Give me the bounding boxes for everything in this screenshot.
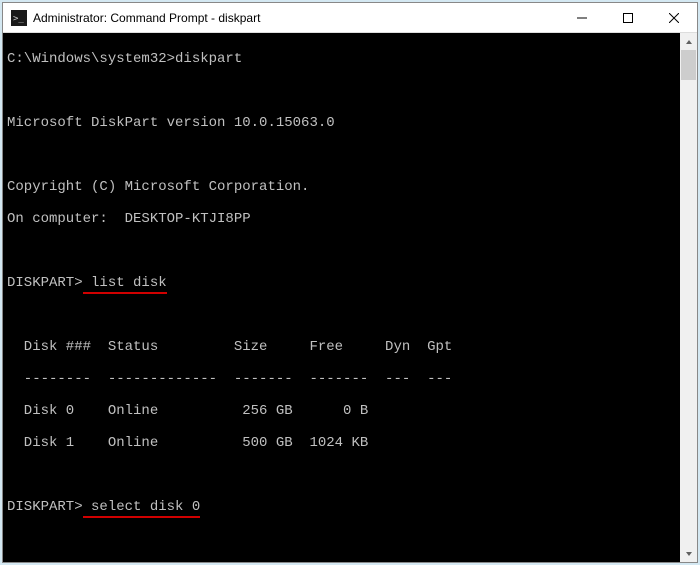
scroll-down-button[interactable] — [680, 545, 697, 562]
prompt-line-1: DISKPART> list disk — [7, 275, 676, 291]
cmd-select-disk: select disk 0 — [83, 499, 201, 518]
disk-table-divider: -------- ------------- ------- ------- -… — [7, 371, 676, 387]
console-output[interactable]: C:\Windows\system32>diskpart Microsoft D… — [3, 33, 680, 562]
disk-row: Disk 0 Online 256 GB 0 B — [7, 403, 676, 419]
path-line: C:\Windows\system32>diskpart — [7, 51, 676, 67]
scroll-up-button[interactable] — [680, 33, 697, 50]
minimize-button[interactable] — [559, 3, 605, 32]
disk-row: Disk 1 Online 500 GB 1024 KB — [7, 435, 676, 451]
window-title: Administrator: Command Prompt - diskpart — [33, 11, 559, 25]
close-button[interactable] — [651, 3, 697, 32]
copyright-line: Copyright (C) Microsoft Corporation. — [7, 179, 676, 195]
disk-table-header: Disk ### Status Size Free Dyn Gpt — [7, 339, 676, 355]
window-controls — [559, 3, 697, 32]
vertical-scrollbar[interactable] — [680, 33, 697, 562]
version-line: Microsoft DiskPart version 10.0.15063.0 — [7, 115, 676, 131]
console-area: C:\Windows\system32>diskpart Microsoft D… — [3, 33, 697, 562]
maximize-button[interactable] — [605, 3, 651, 32]
prompt-line-2: DISKPART> select disk 0 — [7, 499, 676, 515]
scroll-thumb[interactable] — [681, 50, 696, 80]
svg-text:>_: >_ — [13, 14, 24, 24]
computer-line: On computer: DESKTOP-KTJI8PP — [7, 211, 676, 227]
titlebar[interactable]: >_ Administrator: Command Prompt - diskp… — [3, 3, 697, 33]
cmd-icon: >_ — [11, 10, 27, 26]
command-prompt-window: >_ Administrator: Command Prompt - diskp… — [2, 2, 698, 563]
cmd-list-disk: list disk — [83, 275, 167, 294]
